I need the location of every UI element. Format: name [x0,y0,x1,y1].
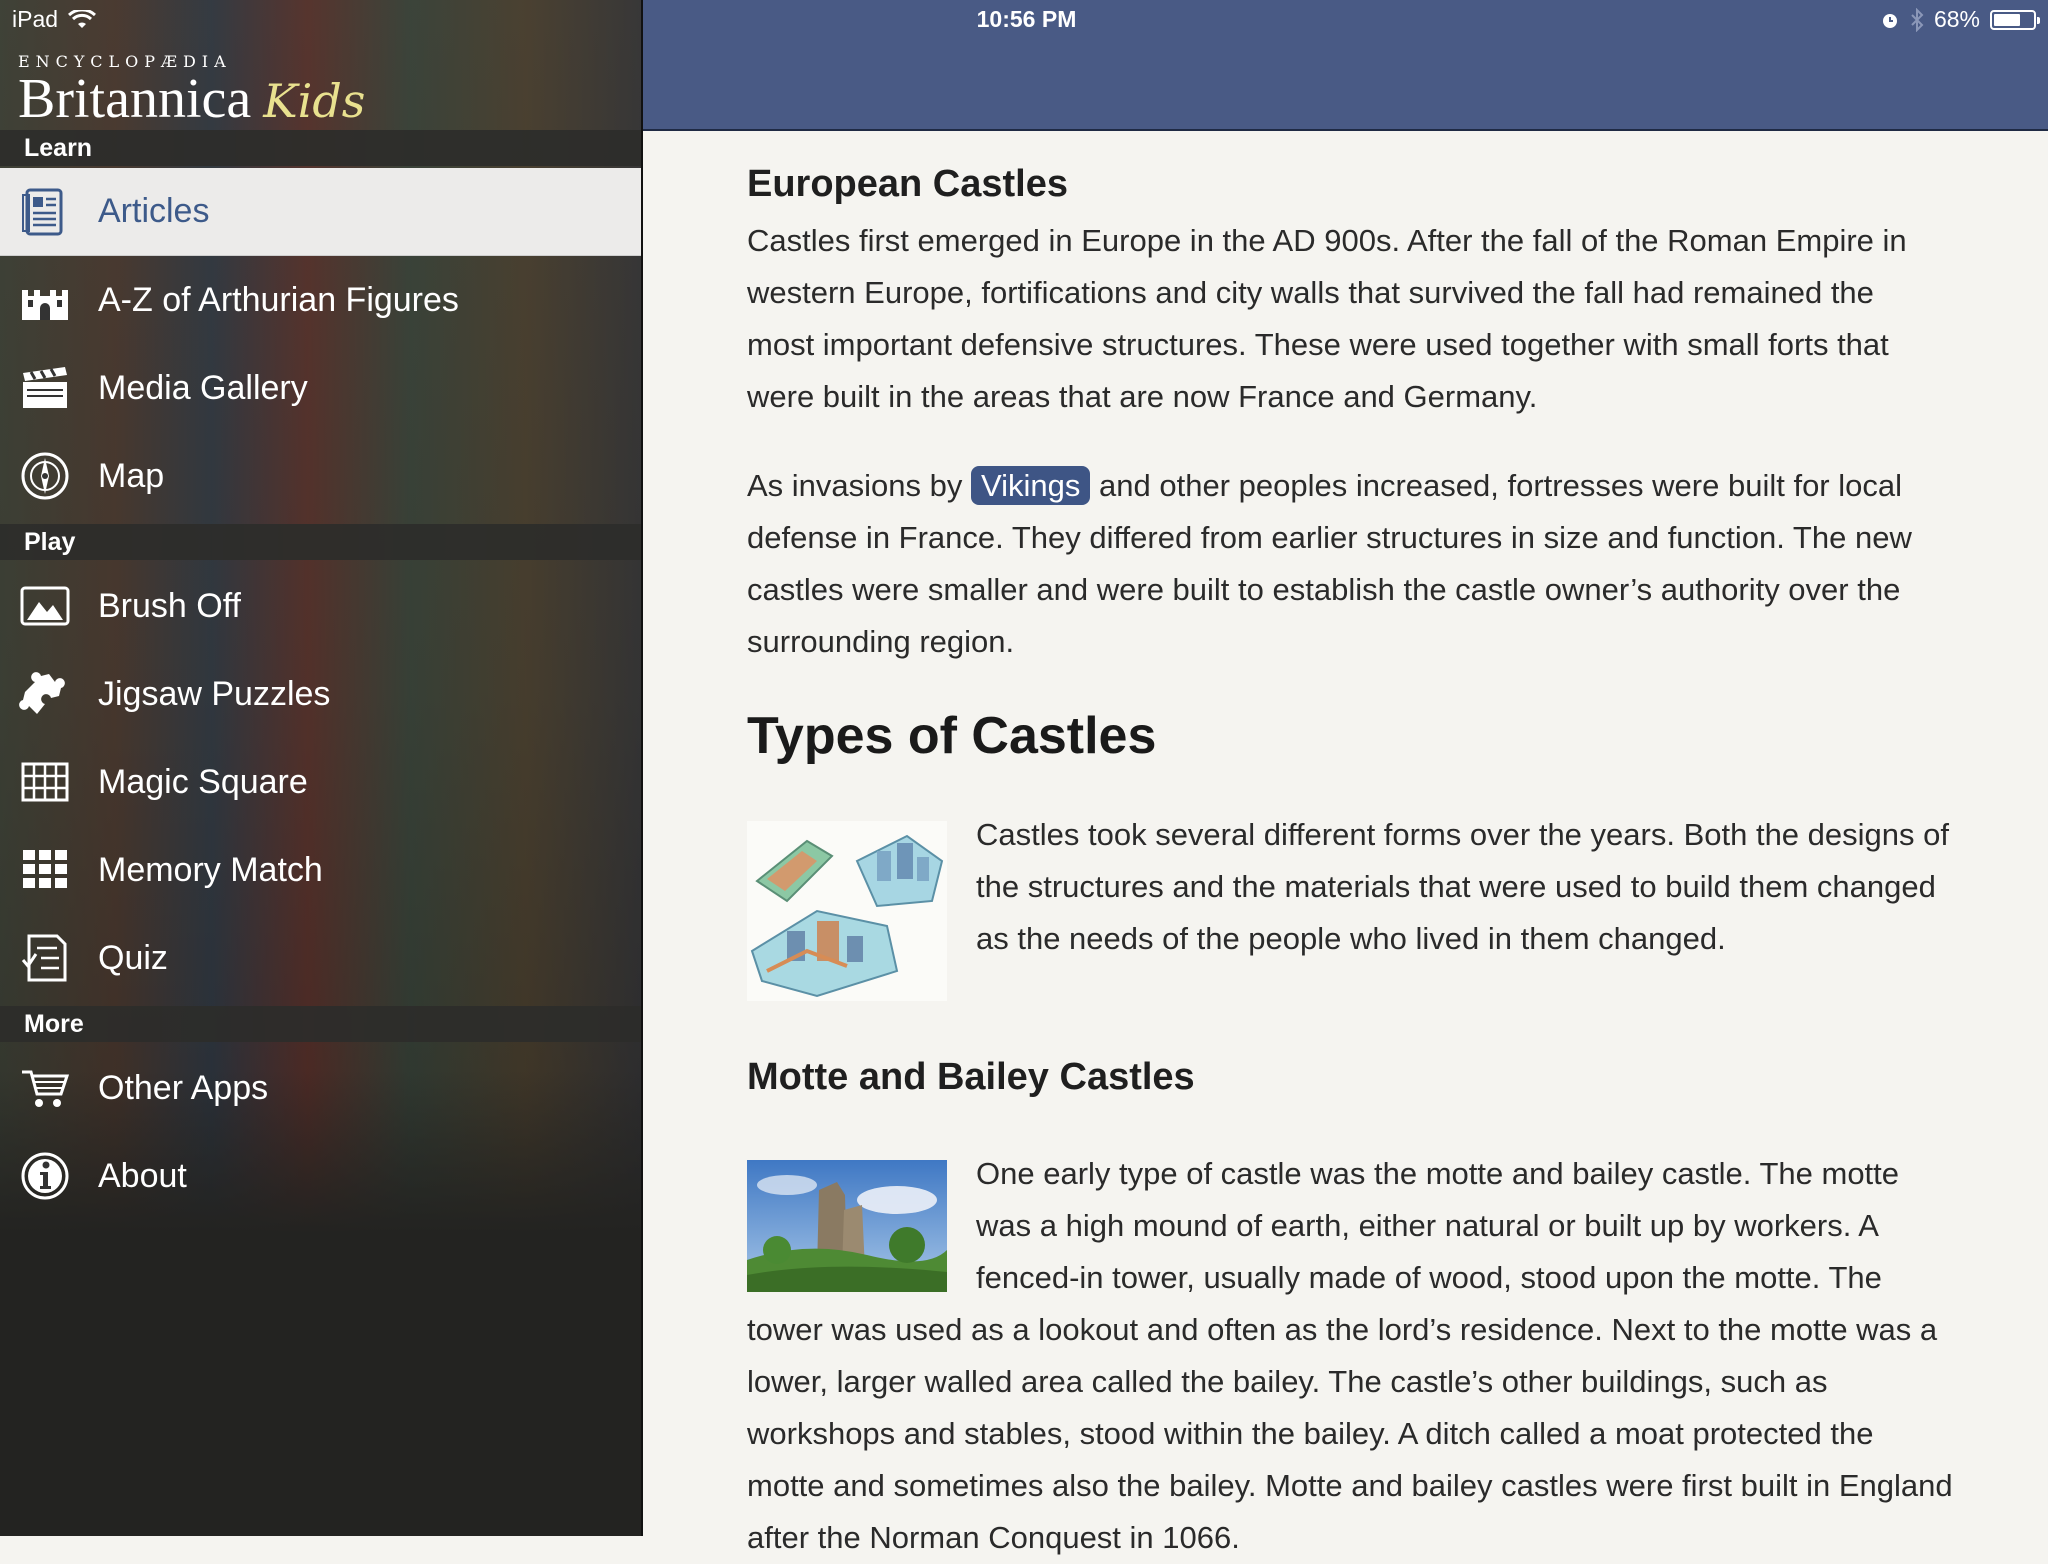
compass-icon [18,449,72,503]
articles-icon [18,185,72,239]
section-more: More [0,1006,641,1042]
logo-kids: Kids [263,74,366,128]
puzzle-icon [18,667,72,721]
sidebar-item-label: Other Apps [98,1068,269,1107]
castle-plans-illustration [747,821,947,1001]
sidebar-item-map[interactable]: Map [0,432,641,520]
bluetooth-icon [1911,7,1924,32]
sidebar-item-arthurian-figures[interactable]: A-Z of Arthurian Figures [0,256,641,344]
logo-britannica: Britannica [18,68,252,130]
clapperboard-icon [18,361,72,415]
sidebar-item-label: A-Z of Arthurian Figures [98,280,459,319]
battery-icon [1990,9,2040,30]
sidebar-item-quiz[interactable]: Quiz [0,914,641,1002]
sidebar-item-label: Map [98,456,165,495]
grid-icon [18,755,72,809]
section-play: Play [0,524,641,560]
sidebar-item-media-gallery[interactable]: Media Gallery [0,344,641,432]
sidebar-item-magic-square[interactable]: Magic Square [0,738,641,826]
top-navigation-bar: 10:56 PM 68% [643,0,2048,131]
sidebar-item-label: Brush Off [98,586,241,625]
vikings-link[interactable]: Vikings [971,466,1091,505]
castle-diagram-thumbnail[interactable] [747,821,947,1001]
status-bar-right: 68% [1880,6,2040,33]
sidebar-item-label: Magic Square [98,762,308,801]
status-time: 10:56 PM [976,6,1077,32]
sidebar-item-label: Articles [98,192,210,230]
battery-percentage: 68% [1933,6,1980,32]
sidebar-item-label: Quiz [98,938,168,977]
sidebar: iPad ENCYCLOPÆDIA Britannica Kids Learn … [0,0,643,1536]
image-spacer [747,1148,976,1298]
paragraph-castles-emerged: Castles first emerged in Europe in the A… [747,223,1907,414]
britannica-kids-logo: ENCYCLOPÆDIA Britannica Kids [18,52,365,131]
paragraph-castle-forms: Castles took several different forms ove… [976,817,1949,956]
device-name: iPad [12,6,59,32]
sidebar-item-label: Jigsaw Puzzles [98,674,331,713]
heading-european-castles: European Castles [747,163,1068,205]
castle-icon [18,273,72,327]
sidebar-item-label: About [98,1156,187,1195]
paragraph-motte-bailey-part: One early type of castle was the motte a… [747,1148,1957,1564]
wifi-icon [68,9,97,28]
picture-icon [18,579,72,633]
info-icon [18,1149,72,1203]
sidebar-item-label: Media Gallery [98,368,308,407]
sidebar-item-label: Memory Match [98,850,323,889]
quiz-icon [18,931,72,985]
paragraph-text: As invasions by [747,468,963,503]
heading-motte-and-bailey: Motte and Bailey Castles [747,1056,1195,1098]
sidebar-item-articles[interactable]: Articles [0,168,641,256]
heading-types-of-castles: Types of Castles [747,707,1157,765]
paragraph-invasions: As invasions by Vikings and other people… [747,460,1947,668]
section-learn: Learn [0,130,641,166]
alarm-icon [1882,13,1897,28]
sidebar-item-jigsaw-puzzles[interactable]: Jigsaw Puzzles [0,650,641,738]
cart-icon [18,1061,72,1115]
sidebar-item-other-apps[interactable]: Other Apps [0,1044,641,1132]
sidebar-item-about[interactable]: About [0,1132,641,1220]
sidebar-item-memory-match[interactable]: Memory Match [0,826,641,914]
status-bar-left: iPad [12,6,97,33]
sidebar-item-brush-off[interactable]: Brush Off [0,562,641,650]
tiles-icon [18,843,72,897]
